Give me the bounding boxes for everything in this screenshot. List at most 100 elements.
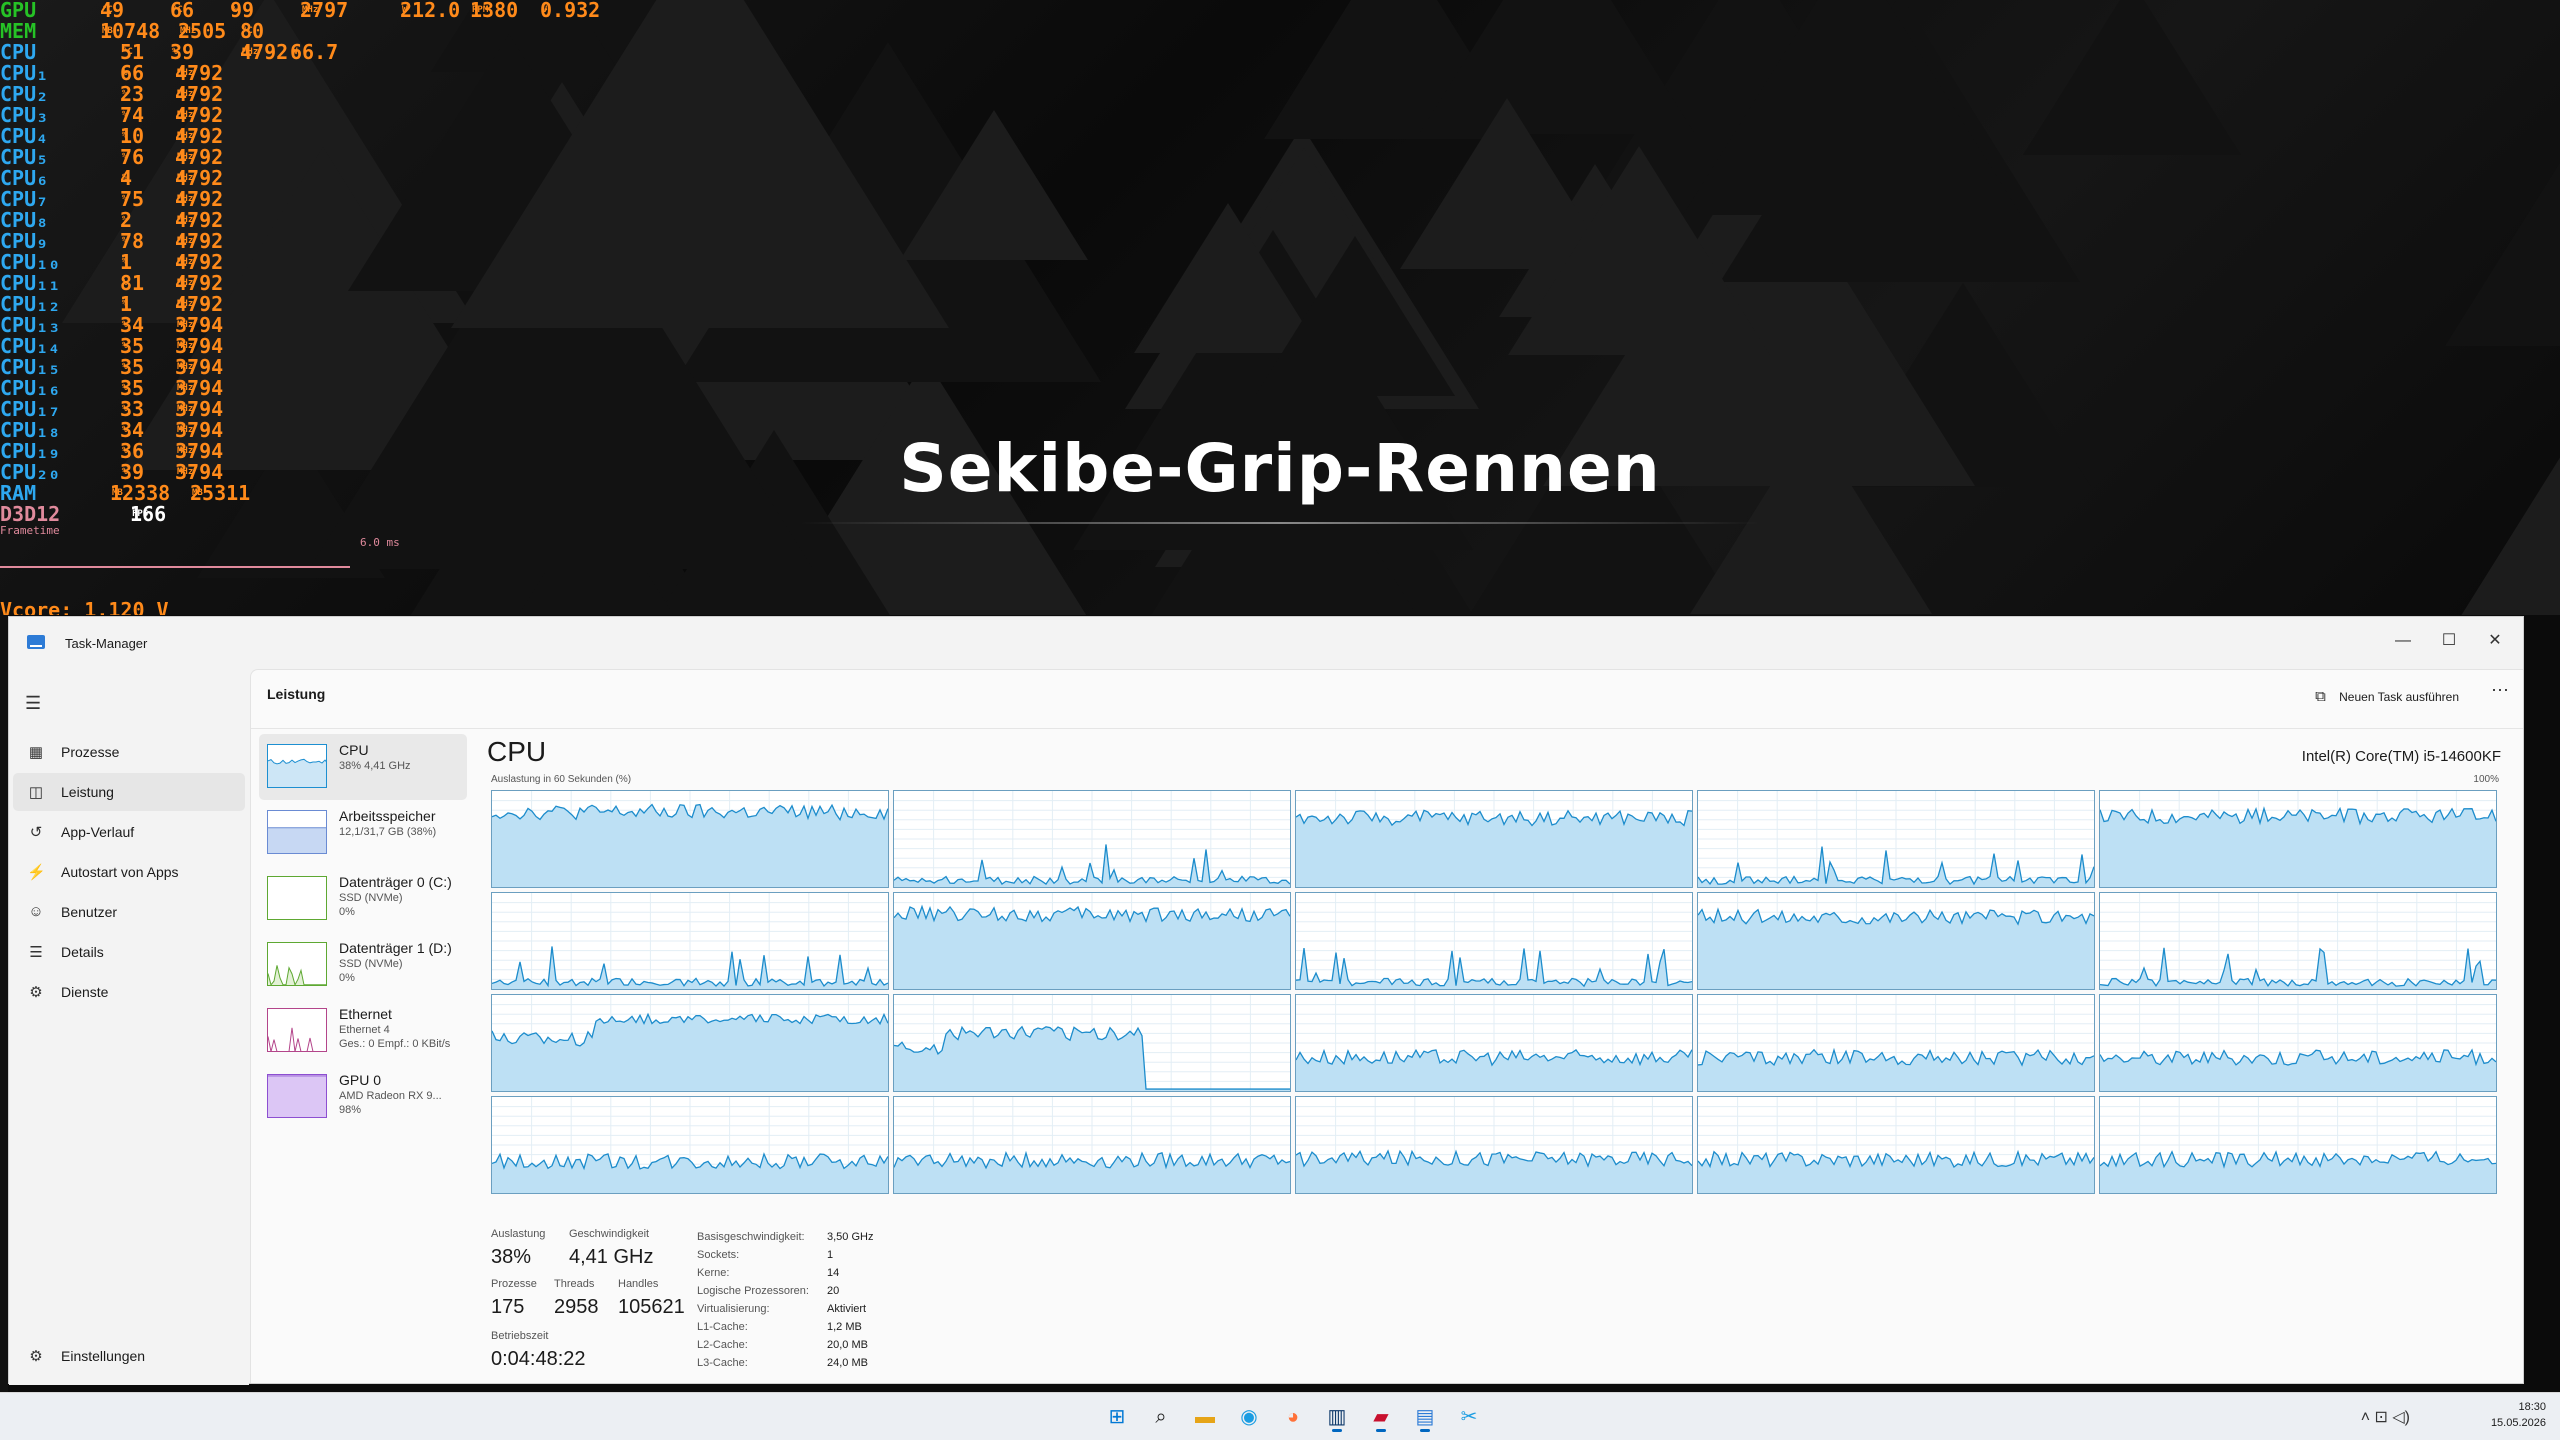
minimize-button[interactable]: — (2381, 623, 2425, 659)
core-graph-svg (894, 1097, 1290, 1193)
osd-unit: % (122, 404, 128, 414)
search-button[interactable]: ⌕ (1144, 1401, 1178, 1433)
sidebar-item-benutzer[interactable]: ☺ Benutzer (13, 893, 245, 931)
cpu-core-graph (893, 994, 1291, 1092)
system-tray[interactable]: ˄ ⊡ ◁) (2361, 1407, 2410, 1427)
sidebar-item-app-verlauf[interactable]: ↺ App-Verlauf (13, 813, 245, 851)
settings-icon: ⚙ (29, 1348, 43, 1365)
sidebar-item-autostart-von-apps[interactable]: ⚡ Autostart von Apps (13, 853, 245, 891)
core-graph-svg (1698, 893, 2094, 989)
performance-pane: Leistung ⧉ Neuen Task ausführen ⋯ CPU 38%… (250, 669, 2523, 1383)
sidebar-item-dienste[interactable]: ⚙ Dienste (13, 973, 245, 1011)
property-key: L3-Cache: (697, 1357, 748, 1369)
cpu-core-graph (893, 892, 1291, 990)
big-text-right: 4 (1820, 580, 2019, 615)
title-bar[interactable]: Task-Manager — ☐ ✕ (9, 617, 2523, 669)
core-usage-area (1698, 909, 2094, 989)
sidebar-item-settings[interactable]: ⚙ Einstellungen (13, 1337, 245, 1375)
osd-unit: MHz (177, 152, 194, 162)
stat-processes: Prozesse 175 (491, 1278, 537, 1319)
osd-unit: % (122, 278, 128, 288)
core-graph-svg (1296, 893, 1692, 989)
device-subtitle: SSD (NVMe) (339, 892, 403, 904)
sidebar-item-label: Autostart von Apps (61, 864, 179, 880)
property-row: Virtualisierung: Aktiviert (697, 1300, 897, 1318)
osd-unit: °C (242, 26, 253, 36)
sidebar-item-leistung[interactable]: ◫ Leistung (13, 773, 245, 811)
device-name: Ethernet (339, 1006, 392, 1022)
device-detail: 0% (339, 972, 355, 984)
task-manager-button[interactable]: ▤ (1408, 1401, 1442, 1433)
sidebar-item-prozesse[interactable]: ▦ Prozesse (13, 733, 245, 771)
device-flat[interactable]: Datenträger 0 (C:) SSD (NVMe) 0% (259, 866, 467, 932)
property-row: Logische Prozessoren: 20 (697, 1282, 897, 1300)
device-thumbnail (267, 942, 327, 986)
osd-unit: °C (172, 5, 183, 15)
cpu-core-graph (1295, 1096, 1693, 1194)
osd-label: CPU (0, 40, 37, 64)
usage-graph-label: Auslastung in 60 Sekunden (%) (491, 774, 632, 785)
file-explorer-button[interactable]: ▬ (1188, 1401, 1222, 1433)
header-divider (251, 728, 2523, 729)
osd-unit: % (122, 320, 128, 330)
usage-max-label: 100% (2473, 774, 2499, 785)
processes-icon: ▦ (28, 744, 44, 761)
clock-date: 15.05.2026 (2490, 1417, 2546, 1429)
users-icon: ☺ (28, 903, 44, 920)
stat-threads: Threads 2958 (554, 1278, 599, 1319)
more-options-icon[interactable]: ⋯ (2491, 680, 2509, 701)
device-thumbnail (267, 876, 327, 920)
stat-label: Betriebszeit (491, 1330, 549, 1342)
cpu-core-graph (893, 790, 1291, 888)
core-graph-svg (2100, 791, 2496, 887)
run-new-task-button[interactable]: ⧉ Neuen Task ausführen (2315, 682, 2459, 712)
osd-unit: % (122, 362, 128, 372)
osd-label: CPU₁₅ (0, 355, 61, 379)
osd-unit: MHz (177, 89, 194, 99)
task-manager-window: Task-Manager — ☐ ✕ ☰ ▦ Prozesse ◫ Leistung ↺… (8, 616, 2524, 1385)
device-gpu[interactable]: GPU 0 AMD Radeon RX 9... 98% (259, 1064, 467, 1130)
firefox-icon: ◕ (1286, 1406, 1300, 1428)
osd-unit: MHz (177, 362, 194, 372)
core-graph-svg (1698, 791, 2094, 887)
device-net[interactable]: Ethernet Ethernet 4 Ges.: 0 Empf.: 0 KBit/… (259, 998, 467, 1064)
stat-value: 38% (491, 1246, 532, 1268)
start-button[interactable]: ⊞ (1100, 1401, 1134, 1433)
osd-label: CPU₁₆ (0, 376, 61, 400)
close-button[interactable]: ✕ (2473, 623, 2517, 659)
core-graph-svg (492, 995, 888, 1091)
core-usage-area (492, 1014, 888, 1091)
calculator-button[interactable]: ▥ (1320, 1401, 1354, 1433)
clock[interactable]: 18:30 15.05.2026 (2491, 1399, 2546, 1431)
cpu-core-graph (491, 892, 889, 990)
maximize-button[interactable]: ☐ (2427, 623, 2471, 659)
background-shape (2445, 94, 2560, 346)
edge-button[interactable]: ◉ (1232, 1401, 1266, 1433)
device-cpu[interactable]: CPU 38% 4,41 GHz (259, 734, 467, 800)
property-row: Sockets: 1 (697, 1246, 897, 1264)
device-thumbnail (267, 744, 327, 788)
frametime-label: Frametime (0, 524, 60, 537)
snipping-tool-icon: ✂ (1460, 1406, 1478, 1428)
device-mem[interactable]: Arbeitsspeicher 12,1/31,7 GB (38%) (259, 800, 467, 866)
cpu-core-graph (893, 1096, 1291, 1194)
game-app-button[interactable]: ▰ (1364, 1401, 1398, 1433)
sidebar-item-label: Prozesse (61, 744, 120, 760)
background-shape (451, 0, 949, 328)
sidebar-item-details[interactable]: ☰ Details (13, 933, 245, 971)
firefox-button[interactable]: ◕ (1276, 1401, 1310, 1433)
osd-unit: % (122, 341, 128, 351)
core-graph-svg (1296, 995, 1692, 1091)
device-sparkline (268, 965, 326, 985)
cpu-core-graph (491, 790, 889, 888)
osd-label: CPU₁₀ (0, 250, 61, 274)
core-graph-svg (492, 893, 888, 989)
osd-unit: % (232, 5, 238, 15)
menu-icon[interactable]: ☰ (25, 693, 41, 714)
stat-value: 105621 (618, 1296, 685, 1318)
device-disk[interactable]: Datenträger 1 (D:) SSD (NVMe) 0% (259, 932, 467, 998)
sparkline-fill (268, 1075, 326, 1117)
snipping-tool-button[interactable]: ✂ (1452, 1401, 1486, 1433)
property-value: 3,50 GHz (827, 1231, 874, 1243)
core-graph-svg (894, 893, 1290, 989)
